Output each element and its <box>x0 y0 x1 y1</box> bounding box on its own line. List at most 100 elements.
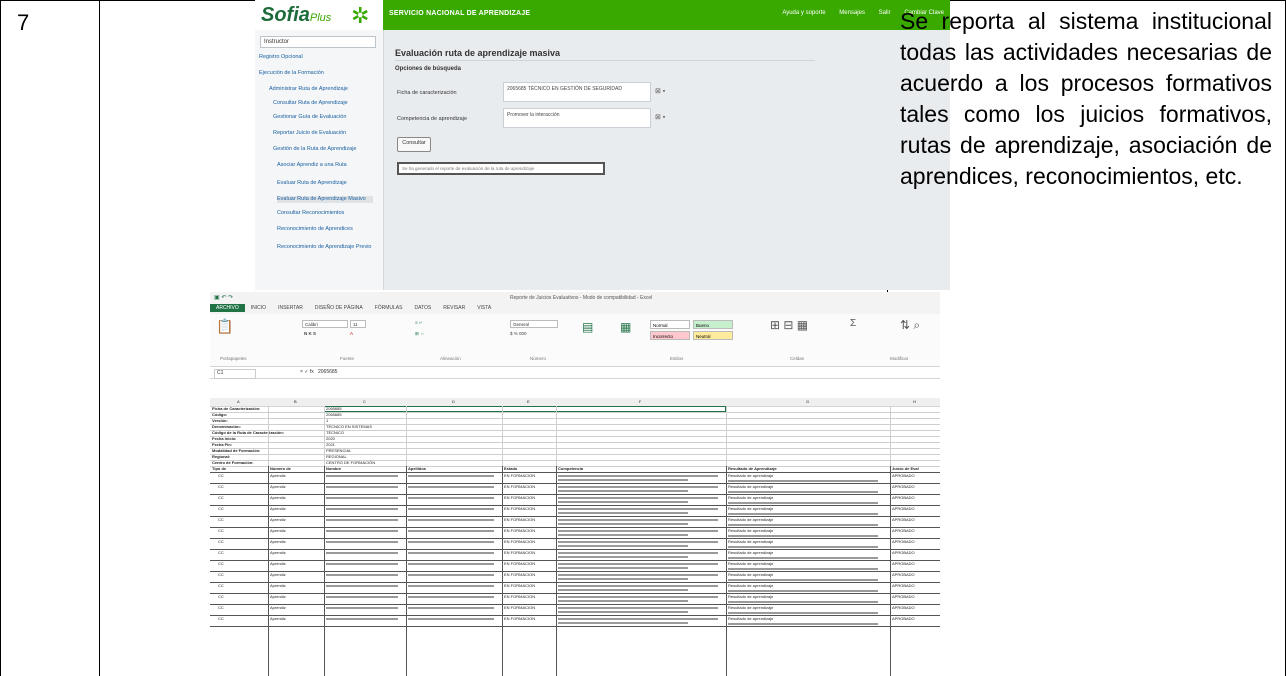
table-cell[interactable]: CC <box>218 506 224 512</box>
sidebar-item[interactable]: Administrar Ruta de Aprendizaje <box>269 86 373 93</box>
sidebar-item[interactable]: Gestionar Guía de Evaluación <box>273 114 373 121</box>
table-cell[interactable]: Resultado de aprendizaje <box>728 506 773 512</box>
table-cell[interactable]: Aprendiz <box>270 572 286 578</box>
table-cell[interactable]: EN FORMACION <box>504 583 535 589</box>
table-cell[interactable]: Aprendiz <box>270 528 286 534</box>
table-cell[interactable]: EN FORMACION <box>504 539 535 545</box>
table-cell[interactable]: EN FORMACION <box>504 484 535 490</box>
role-select[interactable]: Instructor <box>260 36 376 48</box>
table-cell[interactable]: Aprendiz <box>270 473 286 479</box>
table-cell[interactable]: CC <box>218 583 224 589</box>
ribbon-tab[interactable]: INICIO <box>245 304 272 312</box>
table-cell[interactable]: CC <box>218 616 224 622</box>
name-box[interactable]: C1 <box>214 369 256 379</box>
column-letter[interactable]: G <box>806 399 809 405</box>
clear-icon[interactable]: ⊠ ▪ <box>655 113 665 121</box>
table-cell[interactable]: CC <box>218 572 224 578</box>
table-cell[interactable]: Resultado de aprendizaje <box>728 605 773 611</box>
sidebar-item[interactable]: Reconocimiento de Aprendices <box>277 226 373 233</box>
spreadsheet-grid[interactable]: Ficha de Caracterización: 2065685 Código: 2… <box>210 406 940 676</box>
ribbon-tab[interactable]: FÓRMULAS <box>369 304 409 312</box>
table-cell[interactable]: Aprendiz <box>270 484 286 490</box>
table-cell[interactable]: EN FORMACION <box>504 572 535 578</box>
table-cell[interactable]: EN FORMACION <box>504 506 535 512</box>
ribbon-tab[interactable]: DATOS <box>408 304 437 312</box>
bold-italic-underline-icons[interactable]: N K S <box>304 331 316 336</box>
table-cell[interactable]: Aprendiz <box>270 583 286 589</box>
sidebar-item[interactable]: Evaluar Ruta de Aprendizaje <box>277 180 373 187</box>
save-icon[interactable]: ▣ ↶ ↷ <box>214 294 233 301</box>
table-cell[interactable]: Resultado de aprendizaje <box>728 528 773 534</box>
column-letter[interactable]: D <box>452 399 455 405</box>
table-cell[interactable]: Resultado de aprendizaje <box>728 495 773 501</box>
clear-icon[interactable]: ⊠ ▪ <box>655 87 665 95</box>
sidebar-item[interactable]: Gestión de la Ruta de Aprendizaje <box>273 146 373 153</box>
ribbon-tab[interactable]: INSERTAR <box>272 304 309 312</box>
table-cell[interactable]: EN FORMACION <box>504 616 535 622</box>
table-cell[interactable]: CC <box>218 473 224 479</box>
sidebar-item[interactable]: Registro Opcional <box>259 54 373 61</box>
table-cell[interactable]: CC <box>218 594 224 600</box>
sidebar-item[interactable]: Ejecución de la Formación <box>259 70 373 77</box>
font-color-icon[interactable]: A <box>350 331 353 336</box>
sidebar-item[interactable]: Consultar Ruta de Aprendizaje <box>273 100 373 107</box>
autosum-icon[interactable]: Σ <box>850 318 856 329</box>
table-cell[interactable]: EN FORMACION <box>504 605 535 611</box>
table-cell[interactable]: Aprendiz <box>270 506 286 512</box>
style-good[interactable]: Bueno <box>693 320 733 329</box>
ribbon-tab[interactable]: VISTA <box>471 304 497 312</box>
column-letter[interactable]: B <box>294 399 297 405</box>
ribbon-tab[interactable]: ARCHIVO <box>210 304 245 312</box>
table-cell[interactable]: EN FORMACION <box>504 561 535 567</box>
table-cell[interactable]: CC <box>218 495 224 501</box>
table-cell[interactable]: CC <box>218 539 224 545</box>
table-cell[interactable]: CC <box>218 561 224 567</box>
table-cell[interactable]: CC <box>218 517 224 523</box>
table-cell[interactable]: CC <box>218 550 224 556</box>
table-cell[interactable]: Resultado de aprendizaje <box>728 539 773 545</box>
table-cell[interactable]: Resultado de aprendizaje <box>728 594 773 600</box>
ribbon-tab[interactable]: DISEÑO DE PÁGINA <box>309 304 369 312</box>
sidebar-item[interactable]: Evaluar Ruta de Aprendizaje Masivo <box>277 196 373 203</box>
number-format-box[interactable]: General <box>510 320 558 328</box>
table-cell[interactable]: Resultado de aprendizaje <box>728 583 773 589</box>
font-size-box[interactable]: 11 <box>350 320 366 328</box>
table-cell[interactable]: Resultado de aprendizaje <box>728 484 773 490</box>
table-cell[interactable]: Resultado de aprendizaje <box>728 616 773 622</box>
column-letter[interactable]: A <box>237 399 240 405</box>
table-cell[interactable]: Aprendiz <box>270 561 286 567</box>
table-cell[interactable]: CC <box>218 528 224 534</box>
table-cell[interactable]: Resultado de aprendizaje <box>728 473 773 479</box>
table-cell[interactable]: Aprendiz <box>270 605 286 611</box>
sidebar-item[interactable]: Consultar Reconocimientos <box>277 210 373 217</box>
table-cell[interactable]: Aprendiz <box>270 616 286 622</box>
sidebar-item[interactable]: Reportar Juicio de Evaluación <box>273 130 373 137</box>
insert-cells-icon[interactable]: ⊞ ⊟ ▦ <box>770 318 808 332</box>
table-cell[interactable]: EN FORMACION <box>504 473 535 479</box>
formula-value[interactable]: 2065685 <box>318 369 337 375</box>
field2-input[interactable]: Promover la interacción <box>503 108 651 128</box>
column-letter[interactable]: E <box>527 399 530 405</box>
paste-icon[interactable]: 📋 <box>216 318 233 335</box>
table-cell[interactable]: EN FORMACION <box>504 528 535 534</box>
font-name-box[interactable]: Calibri <box>302 320 348 328</box>
merge-center-icon[interactable]: ⊞ ⇔ <box>415 331 425 337</box>
field1-input[interactable]: 2065685 TÉCNICO EN GESTIÓN DE SEGURIDAD <box>503 82 651 102</box>
table-cell[interactable]: Resultado de aprendizaje <box>728 550 773 556</box>
style-bad[interactable]: Incorrecto <box>650 331 690 340</box>
sidebar-item[interactable]: Reconocimiento de Aprendizaje Previo <box>277 244 373 251</box>
table-cell[interactable]: Resultado de aprendizaje <box>728 572 773 578</box>
conditional-format-icon[interactable]: ▤ <box>582 320 593 334</box>
top-link[interactable]: Ayuda y soporte <box>782 10 825 16</box>
format-as-table-icon[interactable]: ▦ <box>620 320 631 334</box>
table-cell[interactable]: Resultado de aprendizaje <box>728 561 773 567</box>
currency-percent-icons[interactable]: $ % 000 <box>510 331 527 336</box>
table-cell[interactable]: Aprendiz <box>270 539 286 545</box>
table-cell[interactable]: EN FORMACION <box>504 495 535 501</box>
sidebar-item[interactable]: Asociar Aprendiz a una Ruta <box>277 162 373 169</box>
table-cell[interactable]: EN FORMACION <box>504 594 535 600</box>
table-cell[interactable]: Aprendiz <box>270 495 286 501</box>
table-cell[interactable]: Aprendiz <box>270 550 286 556</box>
table-cell[interactable]: CC <box>218 484 224 490</box>
style-normal[interactable]: Normal <box>650 320 690 329</box>
